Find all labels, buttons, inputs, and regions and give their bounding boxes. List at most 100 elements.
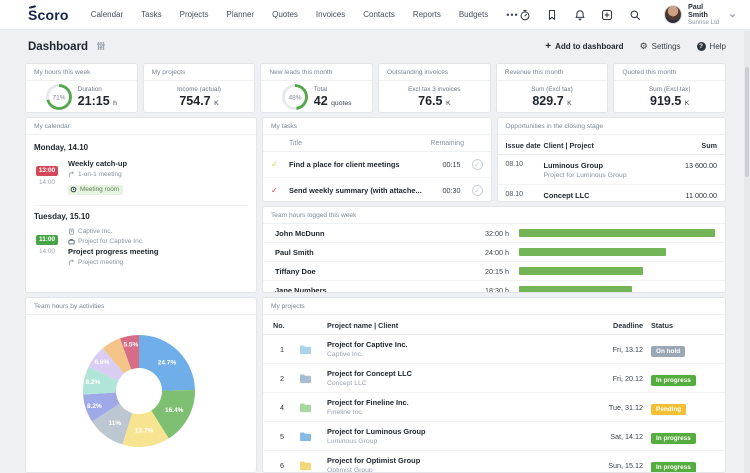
- opportunity-row[interactable]: 08.10 Concept LLC Project for Concept LL…: [498, 185, 726, 201]
- nav-item-planner[interactable]: Planner: [227, 10, 255, 19]
- search-icon[interactable]: [628, 8, 640, 21]
- event-start-time: 13:00: [35, 165, 59, 176]
- col-issue-date: Issue date: [505, 141, 541, 150]
- scrollbar-thumb[interactable]: [745, 67, 749, 177]
- kpi-label: Total: [313, 85, 328, 93]
- project-deadline: Fri, 13.12: [612, 344, 643, 354]
- widget-title: My hours this week: [26, 64, 137, 81]
- company-icon: [69, 228, 74, 235]
- nav-item-quotes[interactable]: Quotes: [272, 10, 298, 19]
- bell-icon[interactable]: [574, 8, 586, 21]
- event-type: Project meeting: [68, 259, 248, 266]
- user-name: Paul Smith: [687, 1, 708, 19]
- pie-slice-label: 8.2%: [85, 379, 100, 386]
- event-end-time: 14:00: [39, 179, 55, 186]
- dashboard-filter-icon[interactable]: [96, 38, 106, 56]
- opportunity-row[interactable]: 08.10 Luminous Group Project for Luminou…: [497, 155, 725, 185]
- opportunity-client: Concept LLC: [543, 191, 590, 200]
- nav-item-budgets[interactable]: Budgets: [459, 10, 488, 19]
- kpi-revenue-this-month[interactable]: Revenue this month Sum (Excl tax) 829.7 …: [495, 63, 609, 113]
- bookmark-icon[interactable]: [546, 8, 558, 21]
- member-name: Tiffany Doe: [275, 266, 316, 276]
- team-hours-row[interactable]: Tiffany Doe 20:15 h: [263, 262, 725, 281]
- event-type-icon: [68, 170, 74, 177]
- event-title: Weekly catch-up: [68, 159, 128, 168]
- chevron-down-icon: [729, 6, 736, 24]
- nav-item-tasks[interactable]: Tasks: [141, 10, 161, 19]
- team-hours-row[interactable]: John McDunn 32:00 h: [263, 224, 725, 243]
- project-deadline: Sat, 14.12: [610, 431, 643, 441]
- task-row[interactable]: ✓ Send weekly summary (with attache... 0…: [263, 178, 491, 201]
- folder-icon: [300, 460, 311, 470]
- nav-item-contacts[interactable]: Contacts: [363, 10, 395, 19]
- col-status: Status: [651, 321, 673, 330]
- project-row[interactable]: 5 Project for Luminous Group Luminous Gr…: [263, 422, 725, 451]
- kpi-label: Duration: [77, 85, 102, 93]
- task-complete-icon[interactable]: ✓: [471, 185, 483, 196]
- event-type-icon: [68, 258, 74, 265]
- team-hours-row[interactable]: Jane Numbers 18:30 h: [263, 281, 725, 293]
- nav-item-calendar[interactable]: Calendar: [91, 10, 123, 19]
- calendar-event[interactable]: 13:00 14:00 Weekly catch-up 1-on-1 meeti…: [34, 157, 248, 206]
- top-navigation: Scoro Calendar Tasks Projects Planner Qu…: [0, 0, 750, 30]
- kpi-value: 42 quotes: [313, 93, 352, 108]
- kpi-new-leads[interactable]: New leads this month 48% Total 42 quotes: [260, 63, 374, 113]
- project-client: Fineline Inc.: [327, 409, 364, 416]
- status-badge: In progress: [651, 433, 696, 444]
- scoro-logo[interactable]: Scoro: [28, 7, 69, 23]
- add-to-dashboard-button[interactable]: + Add to dashboard: [545, 41, 623, 52]
- project-row[interactable]: 2 Project for Concept LLC Concept LLC Fr…: [263, 364, 725, 393]
- event-company: Captive Inc.: [68, 228, 248, 235]
- project-row[interactable]: 6 Project for Optimist Group Optimist Gr…: [263, 451, 725, 472]
- member-hours: 18:30 h: [485, 285, 509, 293]
- kpi-row: My hours this week 71% Duration 21:15 h …: [25, 63, 727, 113]
- settings-button[interactable]: ⚙ Settings: [640, 42, 681, 52]
- event-location-pill: Meeting room: [68, 184, 124, 195]
- user-menu[interactable]: Paul Smith Sunrise Ltd: [663, 1, 736, 27]
- kpi-value: 21:15 h: [77, 93, 117, 108]
- project-row[interactable]: 4 Project for Fineline Inc. Fineline Inc…: [263, 393, 725, 422]
- my-projects-widget: My projects No. Project name | Client De…: [262, 297, 726, 473]
- kpi-outstanding-invoices[interactable]: Outstanding invoices Excl tax 3 invoices…: [378, 63, 491, 113]
- event-type: 1-on-1 meeting: [68, 171, 248, 178]
- add-new-icon[interactable]: [601, 8, 613, 21]
- project-deadline: Sun, 15.12: [608, 460, 643, 470]
- opportunity-project: Project for Luminous Group: [543, 172, 627, 179]
- nav-item-projects[interactable]: Projects: [180, 10, 209, 19]
- hours-bar: [519, 286, 715, 292]
- activities-pie-chart: 24.7% 16.4% 13.7% 11% 8.2% 8.2% 6.6% 5.5%: [83, 335, 196, 447]
- project-client: Concept LLC: [327, 380, 367, 387]
- svg-text:48%: 48%: [288, 94, 301, 101]
- opportunity-date: 08.10: [505, 161, 524, 168]
- briefcase-icon: [68, 238, 75, 244]
- my-tasks-widget: My tasks Title Remaining ✓ Find a place …: [262, 117, 492, 202]
- kpi-my-hours-this-week[interactable]: My hours this week 71% Duration 21:15 h: [25, 63, 138, 113]
- kpi-my-projects[interactable]: My projects Income (actual) 754.7 K: [142, 63, 256, 113]
- calendar-event[interactable]: 11:00 14:00 Captive Inc. Project for Cap…: [34, 226, 248, 275]
- page-header: Dashboard + Add to dashboard ⚙ Settings …: [0, 30, 750, 63]
- help-button[interactable]: ? Help: [696, 42, 726, 51]
- pie-slice-label: 24.7%: [158, 359, 177, 366]
- hours-bar: [519, 229, 715, 237]
- location-icon: [70, 186, 77, 193]
- widget-title: Team hours logged this week: [263, 207, 725, 224]
- help-icon: ?: [696, 42, 706, 51]
- team-hours-row[interactable]: Paul Smith 24:00 h: [263, 243, 725, 262]
- event-start-time: 11:00: [36, 234, 58, 245]
- task-complete-icon[interactable]: ✓: [471, 159, 483, 170]
- timer-icon[interactable]: [519, 8, 531, 21]
- task-remaining: 00:30: [442, 186, 461, 195]
- nav-item-reports[interactable]: Reports: [413, 10, 441, 19]
- kpi-quoted-this-month[interactable]: Quoted this month Sum (Excl tax) 919.5 K: [613, 63, 727, 113]
- nav-item-invoices[interactable]: Invoices: [316, 10, 345, 19]
- widget-title: My projects: [143, 64, 255, 81]
- col-project-client: Project name | Client: [327, 321, 399, 330]
- task-row[interactable]: ✓ Find a place for client meetings 00:15…: [263, 152, 491, 178]
- event-end-time: 14:00: [39, 248, 55, 255]
- widget-title: My calendar: [26, 118, 256, 135]
- page-scrollbar[interactable]: [744, 31, 750, 473]
- project-row[interactable]: 1 Project for Captive Inc. Captive Inc. …: [263, 335, 725, 364]
- my-calendar-widget: My calendar Monday, 14.10 13:00 14:00 We…: [25, 117, 257, 293]
- more-menu-icon[interactable]: •••: [506, 10, 518, 20]
- plus-icon: +: [545, 41, 552, 52]
